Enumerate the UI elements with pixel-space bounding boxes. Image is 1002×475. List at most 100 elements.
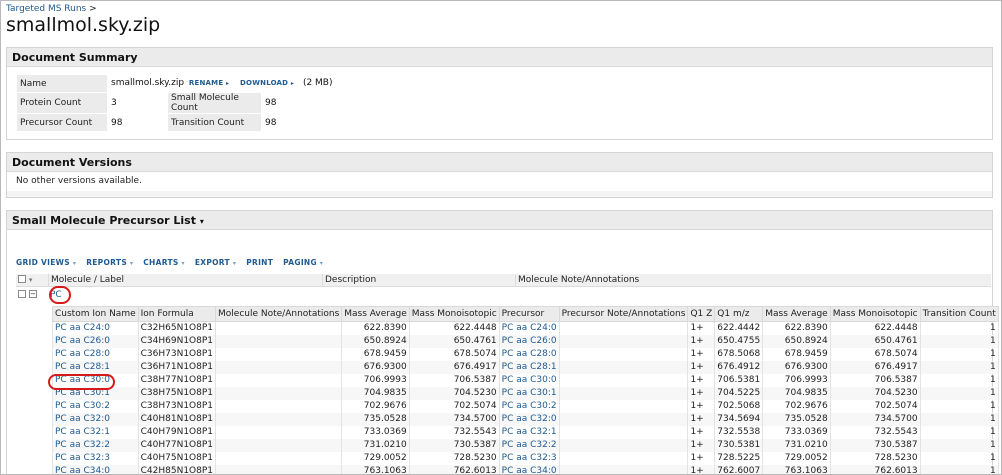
rename-link[interactable]: RENAME ▸	[189, 79, 229, 87]
cell-custom-ion-name[interactable]: PC aa C30:2	[52, 399, 139, 413]
collapse-icon[interactable]: −	[28, 290, 37, 298]
cell-custom-ion-name[interactable]: PC aa C32:2	[52, 438, 139, 452]
col-molecule-note[interactable]: Molecule Note/Annotations	[515, 273, 959, 287]
cell-custom-ion-name[interactable]: PC aa C28:0	[52, 347, 139, 361]
download-link[interactable]: DOWNLOAD ▸	[240, 79, 294, 87]
table-row: PC aa C30:1 C38H75N1O8P1 704.9835 704.5230 P…	[52, 386, 999, 400]
cell-ion-formula: C40H75N1O8P1	[137, 451, 217, 465]
table-row: PC aa C32:3 C40H75N1O8P1 729.0052 728.5230 P…	[52, 451, 999, 465]
cell-custom-ion-name[interactable]: PC aa C32:1	[52, 425, 139, 439]
select-all-checkbox[interactable]	[18, 275, 26, 283]
cell-precursor[interactable]: PC aa C26:0	[498, 334, 560, 348]
cell-custom-ion-name[interactable]: PC aa C26:0	[52, 334, 139, 348]
grid-views-caret-icon: ▾	[72, 260, 77, 267]
cell-precursor-note	[558, 438, 689, 452]
cell-precursor[interactable]: PC aa C34:0	[498, 464, 560, 474]
reports-label: REPORTS	[86, 258, 128, 267]
cell-q1-z: 1+	[687, 360, 716, 374]
cell-precursor[interactable]: PC aa C28:1	[498, 360, 560, 374]
cell-q1-z: 1+	[687, 438, 716, 452]
print-button[interactable]: PRINT	[246, 258, 273, 267]
sub-col-precursor-note[interactable]: Precursor Note/Annotations	[558, 306, 689, 322]
cell-mass-monoisotopic-2: 734.5700	[829, 412, 921, 426]
cell-transition-count: 1	[919, 399, 999, 413]
sub-col-mass-monoisotopic[interactable]: Mass Monoisotopic	[408, 306, 500, 322]
cell-q1-z: 1+	[687, 334, 716, 348]
breadcrumb-separator: >	[89, 4, 97, 14]
summary-table: Name smallmol.sky.zip RENAME ▸ DOWNLOAD …	[16, 74, 336, 132]
cell-molecule-note	[215, 321, 343, 335]
cell-q1-z: 1+	[687, 399, 716, 413]
cell-custom-ion-name[interactable]: PC aa C24:0	[52, 321, 139, 335]
cell-q1-mz: 706.5381	[714, 373, 764, 387]
cell-precursor[interactable]: PC aa C32:1	[498, 425, 560, 439]
name-label: Name	[16, 74, 108, 93]
cell-custom-ion-name[interactable]: PC aa C28:1	[52, 360, 139, 374]
rename-caret-icon: ▸	[225, 80, 230, 88]
cell-molecule-note	[215, 347, 343, 361]
cell-q1-mz: 762.6007	[714, 464, 764, 474]
col-molecule-label[interactable]: Molecule / Label	[48, 273, 322, 287]
cell-custom-ion-name[interactable]: PC aa C32:3	[52, 451, 139, 465]
cell-ion-formula: C36H73N1O8P1	[137, 347, 217, 361]
cell-precursor[interactable]: PC aa C28:0	[498, 347, 560, 361]
col-description[interactable]: Description	[322, 273, 515, 287]
cell-precursor[interactable]: PC aa C32:2	[498, 438, 560, 452]
document-summary-heading: Document Summary	[7, 48, 992, 67]
cell-mass-average: 676.9300	[341, 360, 410, 374]
sub-col-ion-formula[interactable]: Ion Formula	[137, 306, 217, 322]
cell-precursor-note	[558, 451, 689, 465]
small-molecule-count-value: 98	[265, 98, 277, 108]
group-row-pc: − PC	[16, 287, 991, 303]
cell-mass-monoisotopic: 728.5230	[408, 451, 500, 465]
cell-mass-monoisotopic: 650.4761	[408, 334, 500, 348]
cell-mass-average: 678.9459	[341, 347, 410, 361]
reports-menu[interactable]: REPORTS ▾	[86, 258, 133, 267]
cell-mass-average: 733.0369	[341, 425, 410, 439]
cell-mass-average-2: 763.1063	[762, 464, 831, 474]
breadcrumb-link-targeted-ms-runs[interactable]: Targeted MS Runs	[6, 4, 86, 14]
cell-molecule-note	[215, 412, 343, 426]
precursor-list-body: GRID VIEWS ▾ REPORTS ▾ CHARTS ▾ EXPORT ▾…	[7, 230, 999, 474]
cell-custom-ion-name[interactable]: PC aa C32:0	[52, 412, 139, 426]
sub-col-custom-ion-name[interactable]: Custom Ion Name	[52, 306, 139, 322]
cell-precursor[interactable]: PC aa C32:3	[498, 451, 560, 465]
sub-col-transition-count[interactable]: Transition Count	[919, 306, 999, 322]
cell-custom-ion-name[interactable]: PC aa C34:0	[52, 464, 139, 474]
grid-views-menu[interactable]: GRID VIEWS ▾	[16, 258, 76, 267]
sub-col-molecule-note[interactable]: Molecule Note/Annotations	[215, 306, 343, 322]
sub-col-mass-average[interactable]: Mass Average	[341, 306, 410, 322]
cell-precursor-note	[558, 464, 689, 474]
cell-precursor[interactable]: PC aa C32:0	[498, 412, 560, 426]
group-pc-link[interactable]: PC	[48, 289, 322, 302]
cell-mass-monoisotopic-2: 706.5387	[829, 373, 921, 387]
document-versions-panel: Document Versions No other versions avai…	[6, 152, 993, 198]
name-value-cell: smallmol.sky.zip RENAME ▸ DOWNLOAD ▸ (2 …	[108, 75, 336, 93]
protein-count-value: 3	[111, 98, 117, 108]
sub-col-q1-z[interactable]: Q1 Z	[687, 306, 716, 322]
cell-precursor-note	[558, 399, 689, 413]
cell-transition-count: 1	[919, 360, 999, 374]
cell-precursor-note	[558, 321, 689, 335]
sub-col-q1-mz[interactable]: Q1 m/z	[714, 306, 764, 322]
cell-precursor[interactable]: PC aa C30:0	[498, 373, 560, 387]
reports-caret-icon: ▾	[129, 260, 134, 267]
select-menu-caret-icon[interactable]: ▾	[29, 276, 33, 284]
cell-precursor[interactable]: PC aa C30:2	[498, 399, 560, 413]
small-molecule-count-label: Small Molecule Count	[167, 92, 262, 114]
paging-menu[interactable]: PAGING ▾	[283, 258, 323, 267]
cell-mass-average: 735.0528	[341, 412, 410, 426]
export-menu[interactable]: EXPORT ▾	[195, 258, 236, 267]
group-row-checkbox[interactable]	[18, 290, 26, 298]
sub-col-mass-monoisotopic-2[interactable]: Mass Monoisotopic	[829, 306, 921, 322]
cell-precursor[interactable]: PC aa C24:0	[498, 321, 560, 335]
paging-caret-icon: ▾	[319, 260, 324, 267]
group-row-controls: −	[16, 289, 48, 302]
cell-precursor-note	[558, 360, 689, 374]
sub-col-precursor[interactable]: Precursor	[498, 306, 560, 322]
charts-menu[interactable]: CHARTS ▾	[143, 258, 185, 267]
sub-col-mass-average-2[interactable]: Mass Average	[762, 306, 831, 322]
precursor-list-heading[interactable]: Small Molecule Precursor List ▾	[7, 211, 992, 230]
cell-q1-mz: 676.4912	[714, 360, 764, 374]
cell-precursor[interactable]: PC aa C30:1	[498, 386, 560, 400]
